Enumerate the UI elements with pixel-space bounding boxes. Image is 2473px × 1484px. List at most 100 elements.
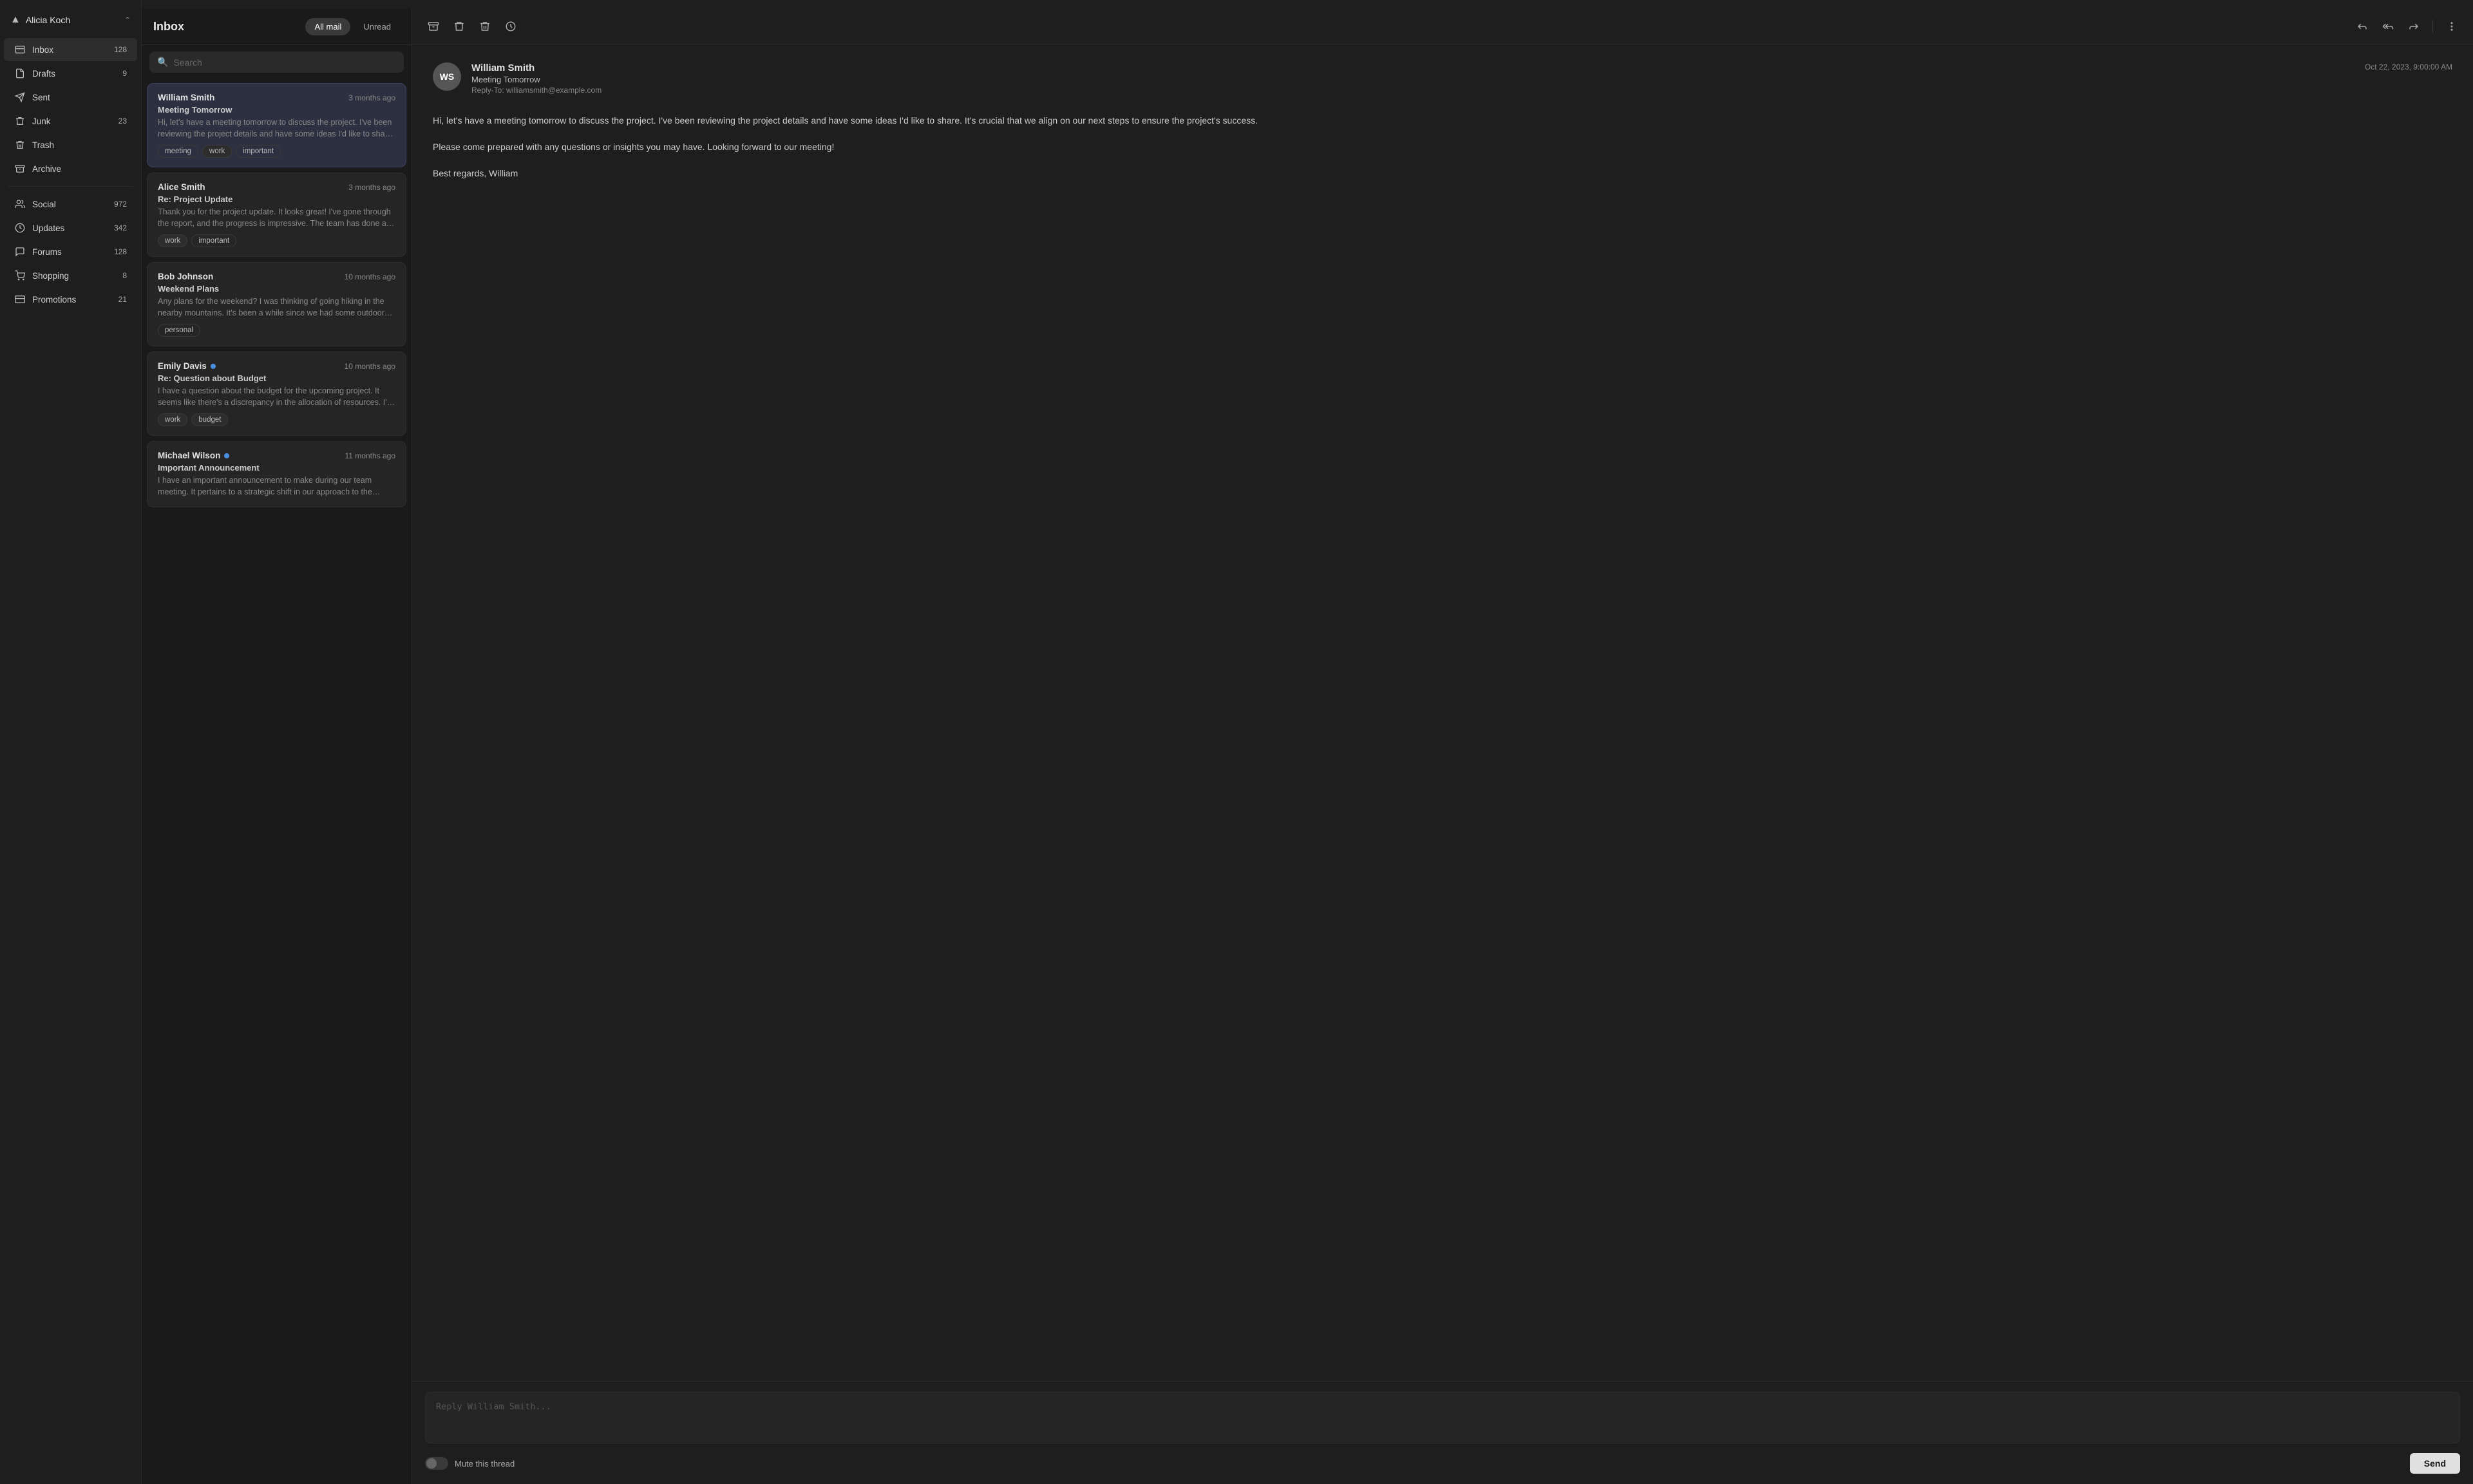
junk-button[interactable] — [450, 17, 469, 36]
email-list-item[interactable]: Alice Smith 3 months ago Re: Project Upd… — [147, 173, 406, 257]
email-time: 10 months ago — [345, 272, 395, 281]
email-date: Oct 22, 2023, 9:00:00 AM — [2365, 62, 2452, 71]
email-time: 11 months ago — [345, 451, 396, 460]
sidebar-label-junk: Junk — [32, 117, 112, 126]
sidebar-item-updates[interactable]: Updates 342 — [4, 216, 137, 240]
reading-pane-content: WS William Smith Meeting Tomorrow Reply-… — [412, 44, 2473, 1381]
sidebar-item-junk[interactable]: Junk 23 — [4, 109, 137, 133]
email-list: William Smith 3 months ago Meeting Tomor… — [142, 79, 412, 1484]
email-subject: Meeting Tomorrow — [158, 105, 395, 115]
email-body-paragraph: Please come prepared with any questions … — [433, 139, 2452, 155]
reading-pane: WS William Smith Meeting Tomorrow Reply-… — [412, 9, 2473, 1484]
sidebar-item-drafts[interactable]: Drafts 9 — [4, 62, 137, 85]
delete-button[interactable] — [475, 17, 495, 36]
mute-toggle-row: Mute this thread — [425, 1457, 515, 1470]
email-tag: budget — [191, 413, 228, 426]
email-time: 3 months ago — [348, 183, 395, 192]
email-subject: Weekend Plans — [158, 284, 395, 294]
filter-all-button[interactable]: All mail — [305, 18, 350, 35]
email-item-header: Bob Johnson 10 months ago — [158, 272, 395, 281]
sidebar-label-archive: Archive — [32, 164, 127, 174]
email-tag: important — [236, 145, 281, 158]
sidebar-count-junk: 23 — [118, 117, 127, 126]
email-tag: work — [202, 145, 232, 158]
send-button[interactable]: Send — [2410, 1453, 2460, 1474]
email-preview: Thank you for the project update. It loo… — [158, 207, 395, 229]
account-triangle-icon: ▲ — [10, 14, 21, 26]
email-list-item[interactable]: Emily Davis 10 months ago Re: Question a… — [147, 352, 406, 436]
sidebar-count-updates: 342 — [114, 223, 127, 232]
sent-icon — [14, 91, 26, 103]
sidebar-item-promotions[interactable]: Promotions 21 — [4, 288, 137, 311]
email-preview: I have a question about the budget for t… — [158, 386, 395, 408]
email-list-item[interactable]: Bob Johnson 10 months ago Weekend Plans … — [147, 262, 406, 346]
sidebar-count-promotions: 21 — [118, 295, 127, 304]
forums-icon — [14, 246, 26, 258]
reply-button[interactable] — [2353, 17, 2372, 36]
chevron-icon: ⌃ — [124, 15, 131, 24]
sidebar-item-inbox[interactable]: Inbox 128 — [4, 38, 137, 61]
filter-buttons: All mail Unread — [305, 18, 400, 35]
filter-unread-button[interactable]: Unread — [354, 18, 400, 35]
email-list-header: Inbox All mail Unread — [142, 9, 412, 45]
email-tag: important — [191, 234, 236, 247]
sidebar-label-drafts: Drafts — [32, 69, 116, 79]
email-item-header: Michael Wilson 11 months ago — [158, 451, 395, 460]
email-list-item[interactable]: William Smith 3 months ago Meeting Tomor… — [147, 83, 406, 167]
toolbar-right — [2353, 17, 2461, 36]
email-sender: William Smith — [158, 93, 214, 102]
archive-button[interactable] — [424, 17, 443, 36]
sender-avatar: WS — [433, 62, 461, 91]
sidebar-count-forums: 128 — [114, 247, 127, 256]
email-subject: Re: Project Update — [158, 194, 395, 204]
toolbar-left — [424, 17, 520, 36]
email-tags: personal — [158, 324, 395, 337]
email-preview: Hi, let's have a meeting tomorrow to dis… — [158, 117, 395, 140]
inbox-icon — [14, 44, 26, 55]
social-icon — [14, 198, 26, 210]
snooze-button[interactable] — [501, 17, 520, 36]
email-tags: meetingworkimportant — [158, 145, 395, 158]
inbox-title: Inbox — [153, 20, 184, 33]
toolbar-separator — [2432, 20, 2433, 33]
more-button[interactable] — [2442, 17, 2461, 36]
sidebar-count-social: 972 — [114, 200, 127, 209]
mute-label: Mute this thread — [455, 1459, 515, 1469]
email-subject: Important Announcement — [158, 463, 395, 473]
sidebar-item-shopping[interactable]: Shopping 8 — [4, 264, 137, 287]
forward-button[interactable] — [2404, 17, 2423, 36]
unread-dot — [211, 364, 216, 369]
archive-icon — [14, 163, 26, 174]
sidebar-item-social[interactable]: Social 972 — [4, 193, 137, 216]
sidebar-count-shopping: 8 — [122, 271, 127, 280]
sidebar-label-sent: Sent — [32, 93, 127, 102]
email-subject-display: Meeting Tomorrow — [471, 75, 2355, 84]
sidebar-item-forums[interactable]: Forums 128 — [4, 240, 137, 263]
reading-toolbar — [412, 9, 2473, 44]
account-switcher[interactable]: ▲ Alicia Koch ⌃ — [0, 8, 141, 32]
email-sender: Alice Smith — [158, 182, 205, 192]
search-icon: 🔍 — [157, 57, 168, 68]
sidebar-count-inbox: 128 — [114, 45, 127, 54]
sidebar-item-archive[interactable]: Archive — [4, 157, 137, 180]
sidebar-label-trash: Trash — [32, 140, 127, 150]
email-tags: workimportant — [158, 234, 395, 247]
mute-toggle[interactable] — [425, 1457, 448, 1470]
sidebar-item-trash[interactable]: Trash — [4, 133, 137, 156]
sidebar-item-sent[interactable]: Sent — [4, 86, 137, 109]
reply-input[interactable] — [425, 1392, 2460, 1443]
sidebar-label-promotions: Promotions — [32, 295, 112, 305]
email-tag: personal — [158, 324, 200, 337]
email-list-item[interactable]: Michael Wilson 11 months ago Important A… — [147, 441, 406, 507]
sidebar-label-inbox: Inbox — [32, 45, 108, 55]
email-time: 10 months ago — [345, 362, 395, 371]
email-tag: work — [158, 413, 187, 426]
email-header-row: WS William Smith Meeting Tomorrow Reply-… — [433, 62, 2452, 95]
email-sender: Bob Johnson — [158, 272, 213, 281]
sidebar-category-nav: Social 972 Updates 342 Forums 128 Shoppi… — [0, 192, 141, 312]
email-body-paragraph: Best regards, William — [433, 165, 2452, 182]
email-preview: I have an important announcement to make… — [158, 475, 395, 498]
reply-all-button[interactable] — [2378, 17, 2398, 36]
account-name: Alicia Koch — [26, 15, 119, 25]
search-input[interactable] — [173, 57, 396, 68]
